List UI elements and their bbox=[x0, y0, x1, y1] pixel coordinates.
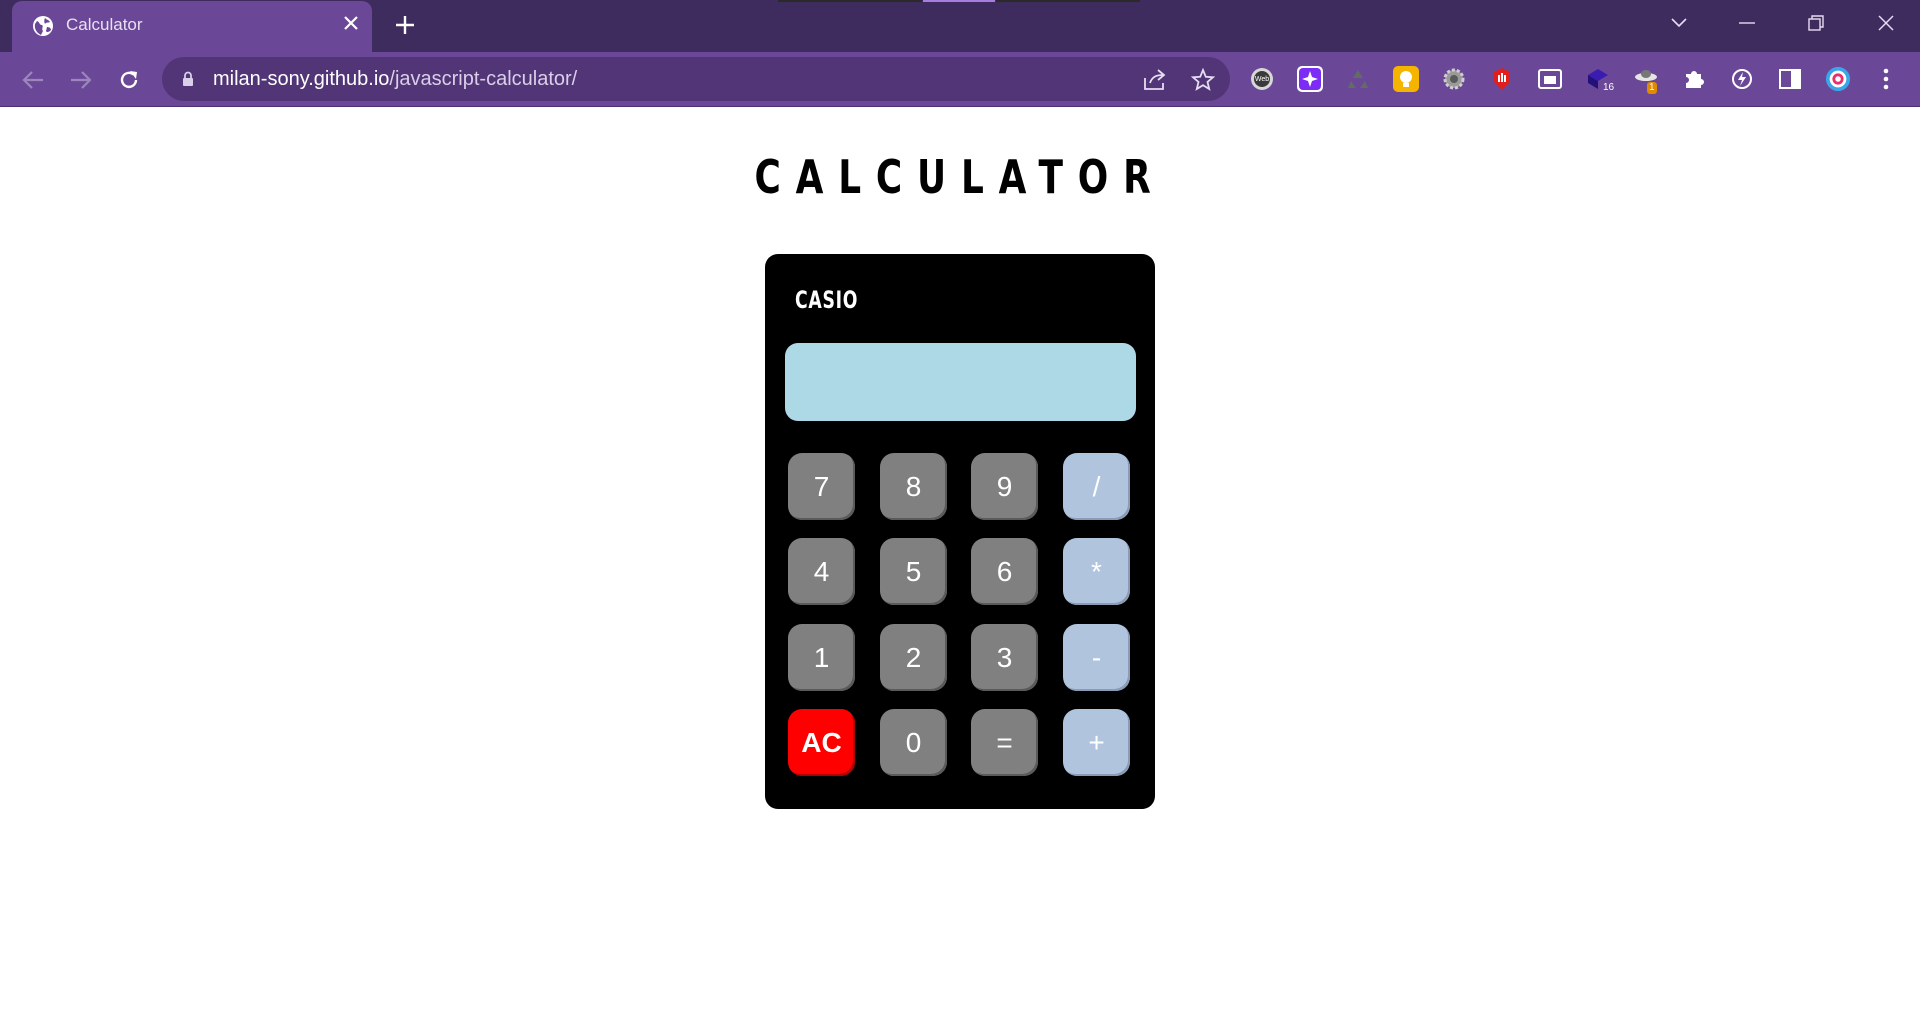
restore-icon bbox=[1808, 15, 1824, 31]
key-6[interactable]: 6 bbox=[971, 538, 1038, 605]
globe-icon bbox=[33, 16, 53, 36]
key-5[interactable]: 5 bbox=[880, 538, 947, 605]
url-path: /javascript-calculator/ bbox=[389, 68, 578, 90]
recycle-extension-icon[interactable] bbox=[1345, 66, 1371, 92]
extensions-menu-button[interactable] bbox=[1681, 66, 1707, 92]
lightbulb-extension-icon[interactable] bbox=[1393, 66, 1419, 92]
bookmark-button[interactable] bbox=[1190, 67, 1216, 93]
lightning-extension-icon[interactable] bbox=[1729, 66, 1755, 92]
share-button[interactable] bbox=[1142, 67, 1168, 93]
tab-title: Calculator bbox=[66, 15, 143, 34]
picture-in-picture-icon bbox=[1538, 69, 1562, 89]
key-8[interactable]: 8 bbox=[880, 453, 947, 520]
hand-stop-extension-icon[interactable] bbox=[1489, 66, 1515, 92]
cube-extension-icon[interactable]: 16 bbox=[1585, 66, 1617, 94]
close-window-button[interactable] bbox=[1866, 8, 1906, 38]
calculator-brand: CASIO bbox=[795, 286, 859, 314]
sparkle-extension-icon[interactable] bbox=[1297, 66, 1323, 92]
lightbulb-extension-icon bbox=[1400, 71, 1412, 87]
reload-icon bbox=[120, 71, 138, 89]
recycle-extension-icon bbox=[1348, 70, 1368, 88]
star-icon bbox=[1191, 68, 1215, 91]
tab-search-button[interactable] bbox=[1659, 8, 1699, 38]
page-title: CALCULATOR bbox=[754, 150, 1166, 204]
picture-in-picture-icon[interactable] bbox=[1537, 66, 1563, 92]
target-extension-icon bbox=[1825, 66, 1851, 92]
key-add[interactable]: + bbox=[1063, 709, 1130, 776]
side-panel-button[interactable] bbox=[1777, 66, 1803, 92]
close-icon bbox=[344, 16, 358, 30]
calculator-display bbox=[785, 343, 1136, 421]
share-icon bbox=[1144, 69, 1166, 90]
key-0[interactable]: 0 bbox=[880, 709, 947, 776]
extension-badge: 1 bbox=[1647, 82, 1657, 94]
side-panel-icon bbox=[1779, 69, 1801, 89]
restore-button[interactable] bbox=[1796, 8, 1836, 38]
web-extension-icon[interactable]: Web bbox=[1249, 66, 1275, 92]
lightning-extension-icon bbox=[1732, 69, 1752, 89]
key-7[interactable]: 7 bbox=[788, 453, 855, 520]
svg-text:Web: Web bbox=[1255, 76, 1269, 83]
key-equals[interactable]: = bbox=[971, 709, 1038, 776]
new-tab-button[interactable] bbox=[390, 10, 420, 40]
back-button[interactable] bbox=[15, 62, 51, 98]
gear-extension-icon[interactable] bbox=[1441, 66, 1467, 92]
web-extension-icon: Web bbox=[1251, 68, 1273, 90]
calculator-body: CASIO 7 8 9 / 4 5 6 * 1 2 3 - AC 0 = + bbox=[765, 254, 1155, 809]
puzzle-icon bbox=[1686, 71, 1704, 88]
extension-badge: 16 bbox=[1601, 82, 1617, 94]
key-subtract[interactable]: - bbox=[1063, 624, 1130, 691]
close-icon[interactable] bbox=[340, 13, 362, 35]
arrow-left-icon bbox=[22, 71, 43, 89]
key-all-clear[interactable]: AC bbox=[788, 709, 855, 776]
browser-toolbar: milan-sony.github.io/javascript-calculat… bbox=[0, 52, 1920, 106]
address-bar[interactable]: milan-sony.github.io/javascript-calculat… bbox=[162, 57, 1230, 101]
sparkle-extension-icon bbox=[1299, 68, 1321, 90]
tab-calculator[interactable]: Calculator bbox=[12, 1, 372, 52]
url-text[interactable]: milan-sony.github.io/javascript-calculat… bbox=[213, 68, 577, 91]
key-multiply[interactable]: * bbox=[1063, 538, 1130, 605]
key-9[interactable]: 9 bbox=[971, 453, 1038, 520]
forward-button[interactable] bbox=[63, 62, 99, 98]
tab-hover-indicator bbox=[778, 0, 922, 2]
toolbar-divider bbox=[0, 106, 1920, 107]
key-1[interactable]: 1 bbox=[788, 624, 855, 691]
minimize-icon bbox=[1739, 22, 1755, 24]
browser-menu-button[interactable] bbox=[1873, 66, 1899, 92]
kebab-menu-icon bbox=[1883, 68, 1889, 90]
target-extension-icon[interactable] bbox=[1825, 66, 1851, 92]
key-divide[interactable]: / bbox=[1063, 453, 1130, 520]
key-3[interactable]: 3 bbox=[971, 624, 1038, 691]
ufo-extension-icon[interactable]: 1 bbox=[1633, 66, 1659, 94]
lock-icon[interactable] bbox=[182, 71, 194, 87]
close-icon bbox=[1878, 15, 1894, 31]
key-2[interactable]: 2 bbox=[880, 624, 947, 691]
arrow-right-icon bbox=[71, 71, 92, 89]
hand-stop-extension-icon bbox=[1494, 68, 1510, 90]
chevron-down-icon bbox=[1671, 18, 1687, 28]
minimize-button[interactable] bbox=[1727, 8, 1767, 38]
tab-hover-indicator bbox=[923, 0, 995, 2]
gear-extension-icon bbox=[1443, 68, 1465, 90]
key-4[interactable]: 4 bbox=[788, 538, 855, 605]
url-host: milan-sony.github.io bbox=[213, 68, 390, 90]
plus-icon bbox=[396, 16, 414, 34]
tab-hover-indicator bbox=[996, 0, 1140, 2]
reload-button[interactable] bbox=[111, 62, 147, 98]
tab-strip: Calculator bbox=[0, 0, 1920, 52]
